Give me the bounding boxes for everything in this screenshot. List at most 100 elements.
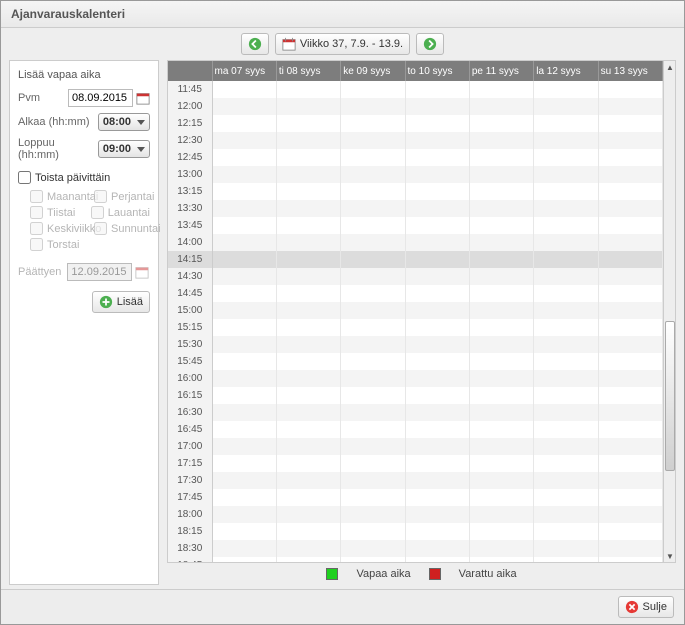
time-row[interactable]: 15:00	[168, 302, 663, 319]
slot-cell[interactable]	[276, 302, 340, 319]
slot-cell[interactable]	[276, 183, 340, 200]
slot-cell[interactable]	[405, 319, 469, 336]
slot-cell[interactable]	[341, 234, 405, 251]
slot-cell[interactable]	[598, 302, 662, 319]
slot-cell[interactable]	[598, 234, 662, 251]
slot-cell[interactable]	[598, 115, 662, 132]
slot-cell[interactable]	[534, 353, 598, 370]
slot-cell[interactable]	[276, 489, 340, 506]
slot-cell[interactable]	[341, 285, 405, 302]
repeat-checkbox[interactable]	[18, 171, 31, 184]
calendar-picker-icon[interactable]	[136, 91, 150, 105]
slot-cell[interactable]	[276, 234, 340, 251]
time-row[interactable]: 13:15	[168, 183, 663, 200]
slot-cell[interactable]	[534, 455, 598, 472]
slot-cell[interactable]	[405, 455, 469, 472]
slot-cell[interactable]	[598, 353, 662, 370]
slot-cell[interactable]	[534, 540, 598, 557]
slot-cell[interactable]	[276, 387, 340, 404]
slot-cell[interactable]	[276, 421, 340, 438]
slot-cell[interactable]	[212, 234, 276, 251]
slot-cell[interactable]	[405, 523, 469, 540]
slot-cell[interactable]	[405, 438, 469, 455]
slot-cell[interactable]	[405, 557, 469, 562]
time-row[interactable]: 13:45	[168, 217, 663, 234]
slot-cell[interactable]	[405, 166, 469, 183]
slot-cell[interactable]	[469, 285, 533, 302]
scroll-down-icon[interactable]: ▼	[664, 550, 676, 562]
slot-cell[interactable]	[212, 472, 276, 489]
end-time-select[interactable]: 09:00	[98, 140, 150, 158]
slot-cell[interactable]	[276, 523, 340, 540]
time-row[interactable]: 18:30	[168, 540, 663, 557]
slot-cell[interactable]	[405, 370, 469, 387]
slot-cell[interactable]	[276, 166, 340, 183]
slot-cell[interactable]	[212, 166, 276, 183]
slot-cell[interactable]	[212, 421, 276, 438]
time-row[interactable]: 12:45	[168, 149, 663, 166]
slot-cell[interactable]	[469, 81, 533, 98]
slot-cell[interactable]	[469, 268, 533, 285]
slot-cell[interactable]	[276, 506, 340, 523]
slot-cell[interactable]	[212, 319, 276, 336]
slot-cell[interactable]	[341, 387, 405, 404]
slot-cell[interactable]	[212, 404, 276, 421]
slot-cell[interactable]	[598, 251, 662, 268]
slot-cell[interactable]	[469, 183, 533, 200]
slot-cell[interactable]	[469, 115, 533, 132]
slot-cell[interactable]	[212, 506, 276, 523]
slot-cell[interactable]	[598, 523, 662, 540]
time-row[interactable]: 12:30	[168, 132, 663, 149]
time-row[interactable]: 13:30	[168, 200, 663, 217]
slot-cell[interactable]	[276, 455, 340, 472]
slot-cell[interactable]	[341, 353, 405, 370]
slot-cell[interactable]	[405, 336, 469, 353]
prev-week-button[interactable]	[241, 33, 269, 55]
slot-cell[interactable]	[341, 319, 405, 336]
time-row[interactable]: 16:45	[168, 421, 663, 438]
slot-cell[interactable]	[405, 115, 469, 132]
slot-cell[interactable]	[534, 302, 598, 319]
slot-cell[interactable]	[598, 319, 662, 336]
slot-cell[interactable]	[534, 81, 598, 98]
slot-cell[interactable]	[212, 200, 276, 217]
slot-cell[interactable]	[405, 506, 469, 523]
slot-cell[interactable]	[598, 421, 662, 438]
slot-cell[interactable]	[405, 183, 469, 200]
slot-cell[interactable]	[276, 336, 340, 353]
slot-cell[interactable]	[534, 268, 598, 285]
date-input[interactable]	[68, 89, 133, 107]
slot-cell[interactable]	[598, 285, 662, 302]
slot-cell[interactable]	[534, 251, 598, 268]
scrollbar[interactable]: ▲ ▼	[663, 61, 675, 562]
slot-cell[interactable]	[341, 183, 405, 200]
slot-cell[interactable]	[469, 251, 533, 268]
time-row[interactable]: 15:45	[168, 353, 663, 370]
time-row[interactable]: 14:15	[168, 251, 663, 268]
slot-cell[interactable]	[405, 200, 469, 217]
slot-cell[interactable]	[405, 217, 469, 234]
slot-cell[interactable]	[534, 438, 598, 455]
time-row[interactable]: 12:00	[168, 98, 663, 115]
slot-cell[interactable]	[341, 540, 405, 557]
slot-cell[interactable]	[212, 98, 276, 115]
slot-cell[interactable]	[341, 166, 405, 183]
slot-cell[interactable]	[276, 353, 340, 370]
time-row[interactable]: 14:00	[168, 234, 663, 251]
slot-cell[interactable]	[534, 98, 598, 115]
slot-cell[interactable]	[534, 200, 598, 217]
slot-cell[interactable]	[534, 557, 598, 562]
slot-cell[interactable]	[598, 268, 662, 285]
slot-cell[interactable]	[469, 370, 533, 387]
slot-cell[interactable]	[598, 438, 662, 455]
slot-cell[interactable]	[405, 387, 469, 404]
slot-cell[interactable]	[405, 251, 469, 268]
slot-cell[interactable]	[212, 149, 276, 166]
slot-cell[interactable]	[469, 523, 533, 540]
slot-cell[interactable]	[534, 149, 598, 166]
time-row[interactable]: 12:15	[168, 115, 663, 132]
scroll-up-icon[interactable]: ▲	[664, 61, 676, 73]
slot-cell[interactable]	[212, 353, 276, 370]
slot-cell[interactable]	[212, 268, 276, 285]
slot-cell[interactable]	[534, 472, 598, 489]
